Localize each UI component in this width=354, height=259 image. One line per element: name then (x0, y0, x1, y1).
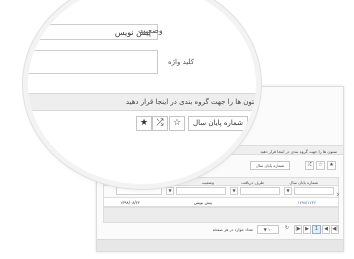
prev-page-button[interactable]: ◀ (322, 225, 330, 234)
page-size-label: تعداد موارد در هر صفحه (212, 227, 253, 232)
current-page[interactable]: 1 (312, 225, 321, 234)
page-size-value: ۱۰ (268, 227, 273, 232)
date-filter-input[interactable] (116, 187, 162, 195)
column-header-number[interactable]: شماره پایان سال (289, 180, 318, 185)
magnified-year-end-filter[interactable]: شماره پایان سال (188, 116, 248, 131)
shuffle-icon[interactable]: ⤮ (152, 116, 168, 131)
filter-icon[interactable]: ▼ (230, 187, 238, 195)
filter-icon[interactable]: ▼ (166, 187, 174, 195)
number-filter-input[interactable] (294, 187, 334, 195)
column-header-status[interactable]: وضعیت (202, 180, 214, 185)
table-row[interactable]: ۱۲۹۸/۱۲۳۶ پیش نویس ۱۳۹۸/۰۸/۲۲ (103, 197, 339, 207)
group-hint-text: ستون ها را جهت گروه بندی در اینجا قرار د… (260, 149, 337, 154)
row-number[interactable]: ۱۲۹۸/۱۲۳۶ (297, 200, 316, 205)
row-status: پیش نویس (193, 200, 212, 205)
star-outline-icon[interactable]: ☆ (169, 116, 185, 131)
magnified-group-drop-area[interactable]: ستون ها را جهت گروه بندی در اینجا قرار د… (28, 93, 256, 111)
star-filled-icon[interactable]: ★ (327, 161, 336, 170)
magnified-keyword-label: کلید واژه (168, 58, 195, 66)
row-date: ۱۳۹۸/۰۸/۲۲ (120, 200, 140, 205)
refresh-icon[interactable]: ↻ (283, 225, 291, 234)
shuffle-icon[interactable]: ⤮ (305, 161, 314, 170)
year-end-filter-button[interactable]: شماره پایان سال (250, 161, 290, 170)
chevron-down-icon: ▼ (263, 227, 267, 232)
magnified-keyword-input[interactable] (28, 50, 158, 74)
star-outline-icon[interactable]: ☆ (316, 161, 325, 170)
page-size-select[interactable]: ۱۰ ▼ (257, 225, 279, 234)
filter-row: ▼ ▼ ▼ (103, 186, 339, 197)
filter-icon[interactable]: ▼ (284, 187, 292, 195)
magnified-status-label: وضعیت (138, 26, 163, 35)
footer-strip (97, 239, 343, 251)
first-page-button[interactable]: |◀ (331, 225, 339, 234)
table-scroll-area[interactable] (103, 207, 339, 223)
column-header-party[interactable]: طرف دریافت (241, 180, 264, 185)
star-filled-icon[interactable]: ★ (136, 116, 152, 131)
party-filter-input[interactable] (240, 187, 280, 195)
next-page-button[interactable]: ▶ (303, 225, 311, 234)
status-filter-input[interactable] (176, 187, 226, 195)
magnified-group-hint: ستون ها را جهت گروه بندی در اینجا قرار د… (125, 98, 256, 106)
pager: |◀ ◀ 1 ▶ ▶| ↻ ۱۰ ▼ تعداد موارد در هر صفح… (103, 225, 339, 235)
last-page-button[interactable]: ▶| (294, 225, 302, 234)
chevron-right-icon[interactable]: › (336, 190, 340, 200)
